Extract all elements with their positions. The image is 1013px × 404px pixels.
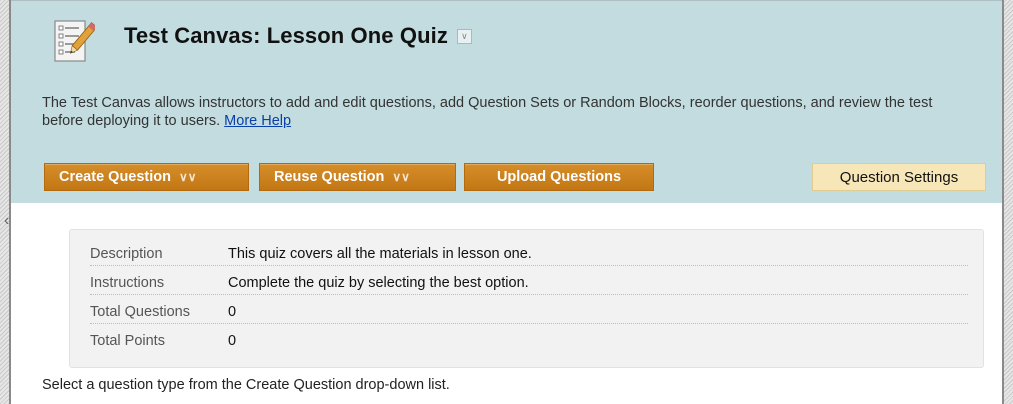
info-row-instructions: Instructions Complete the quiz by select… xyxy=(90,271,968,295)
page-title: Test Canvas: Lesson One Quiz xyxy=(124,23,448,48)
test-info-panel: Description This quiz covers all the mat… xyxy=(69,229,984,368)
reuse-question-label: Reuse Question xyxy=(274,169,385,185)
chevron-down-icon: ∨∨ xyxy=(179,170,197,184)
page-header: Test Canvas: Lesson One Quiz ∨ The Test … xyxy=(11,0,1002,203)
question-settings-button[interactable]: Question Settings xyxy=(812,163,986,191)
info-label: Description xyxy=(90,245,163,262)
info-row-total-points: Total Points 0 xyxy=(90,329,968,353)
info-value: 0 xyxy=(228,333,237,349)
question-settings-label: Question Settings xyxy=(839,168,959,186)
description-text: The Test Canvas allows instructors to ad… xyxy=(42,95,933,129)
content-frame: Test Canvas: Lesson One Quiz ∨ The Test … xyxy=(4,0,1004,404)
upload-questions-button[interactable]: Upload Questions xyxy=(464,163,654,191)
more-help-link[interactable]: More Help xyxy=(224,113,291,129)
title-row: Test Canvas: Lesson One Quiz ∨ xyxy=(124,23,472,49)
page-description: The Test Canvas allows instructors to ad… xyxy=(42,94,972,130)
create-question-label: Create Question xyxy=(59,169,171,185)
upload-questions-label: Upload Questions xyxy=(496,169,622,185)
info-row-total-questions: Total Questions 0 xyxy=(90,300,968,324)
collapse-menu-chevron-left-icon[interactable]: ‹ xyxy=(4,210,14,232)
reuse-question-button[interactable]: Reuse Question ∨∨ xyxy=(259,163,456,191)
instruction-note: Select a question type from the Create Q… xyxy=(42,377,450,393)
info-row-description: Description This quiz covers all the mat… xyxy=(90,242,968,266)
chevron-down-icon: ∨∨ xyxy=(392,170,410,184)
create-question-button[interactable]: Create Question ∨∨ xyxy=(44,163,249,191)
info-value: This quiz covers all the materials in le… xyxy=(228,245,532,262)
info-label: Total Questions xyxy=(90,303,190,320)
info-value: Complete the quiz by selecting the best … xyxy=(228,274,529,291)
info-label: Total Points xyxy=(90,333,165,349)
title-menu-chevron-icon[interactable]: ∨ xyxy=(456,28,472,44)
info-value: 0 xyxy=(228,303,237,320)
test-canvas-icon xyxy=(54,20,95,62)
info-label: Instructions xyxy=(90,274,165,291)
